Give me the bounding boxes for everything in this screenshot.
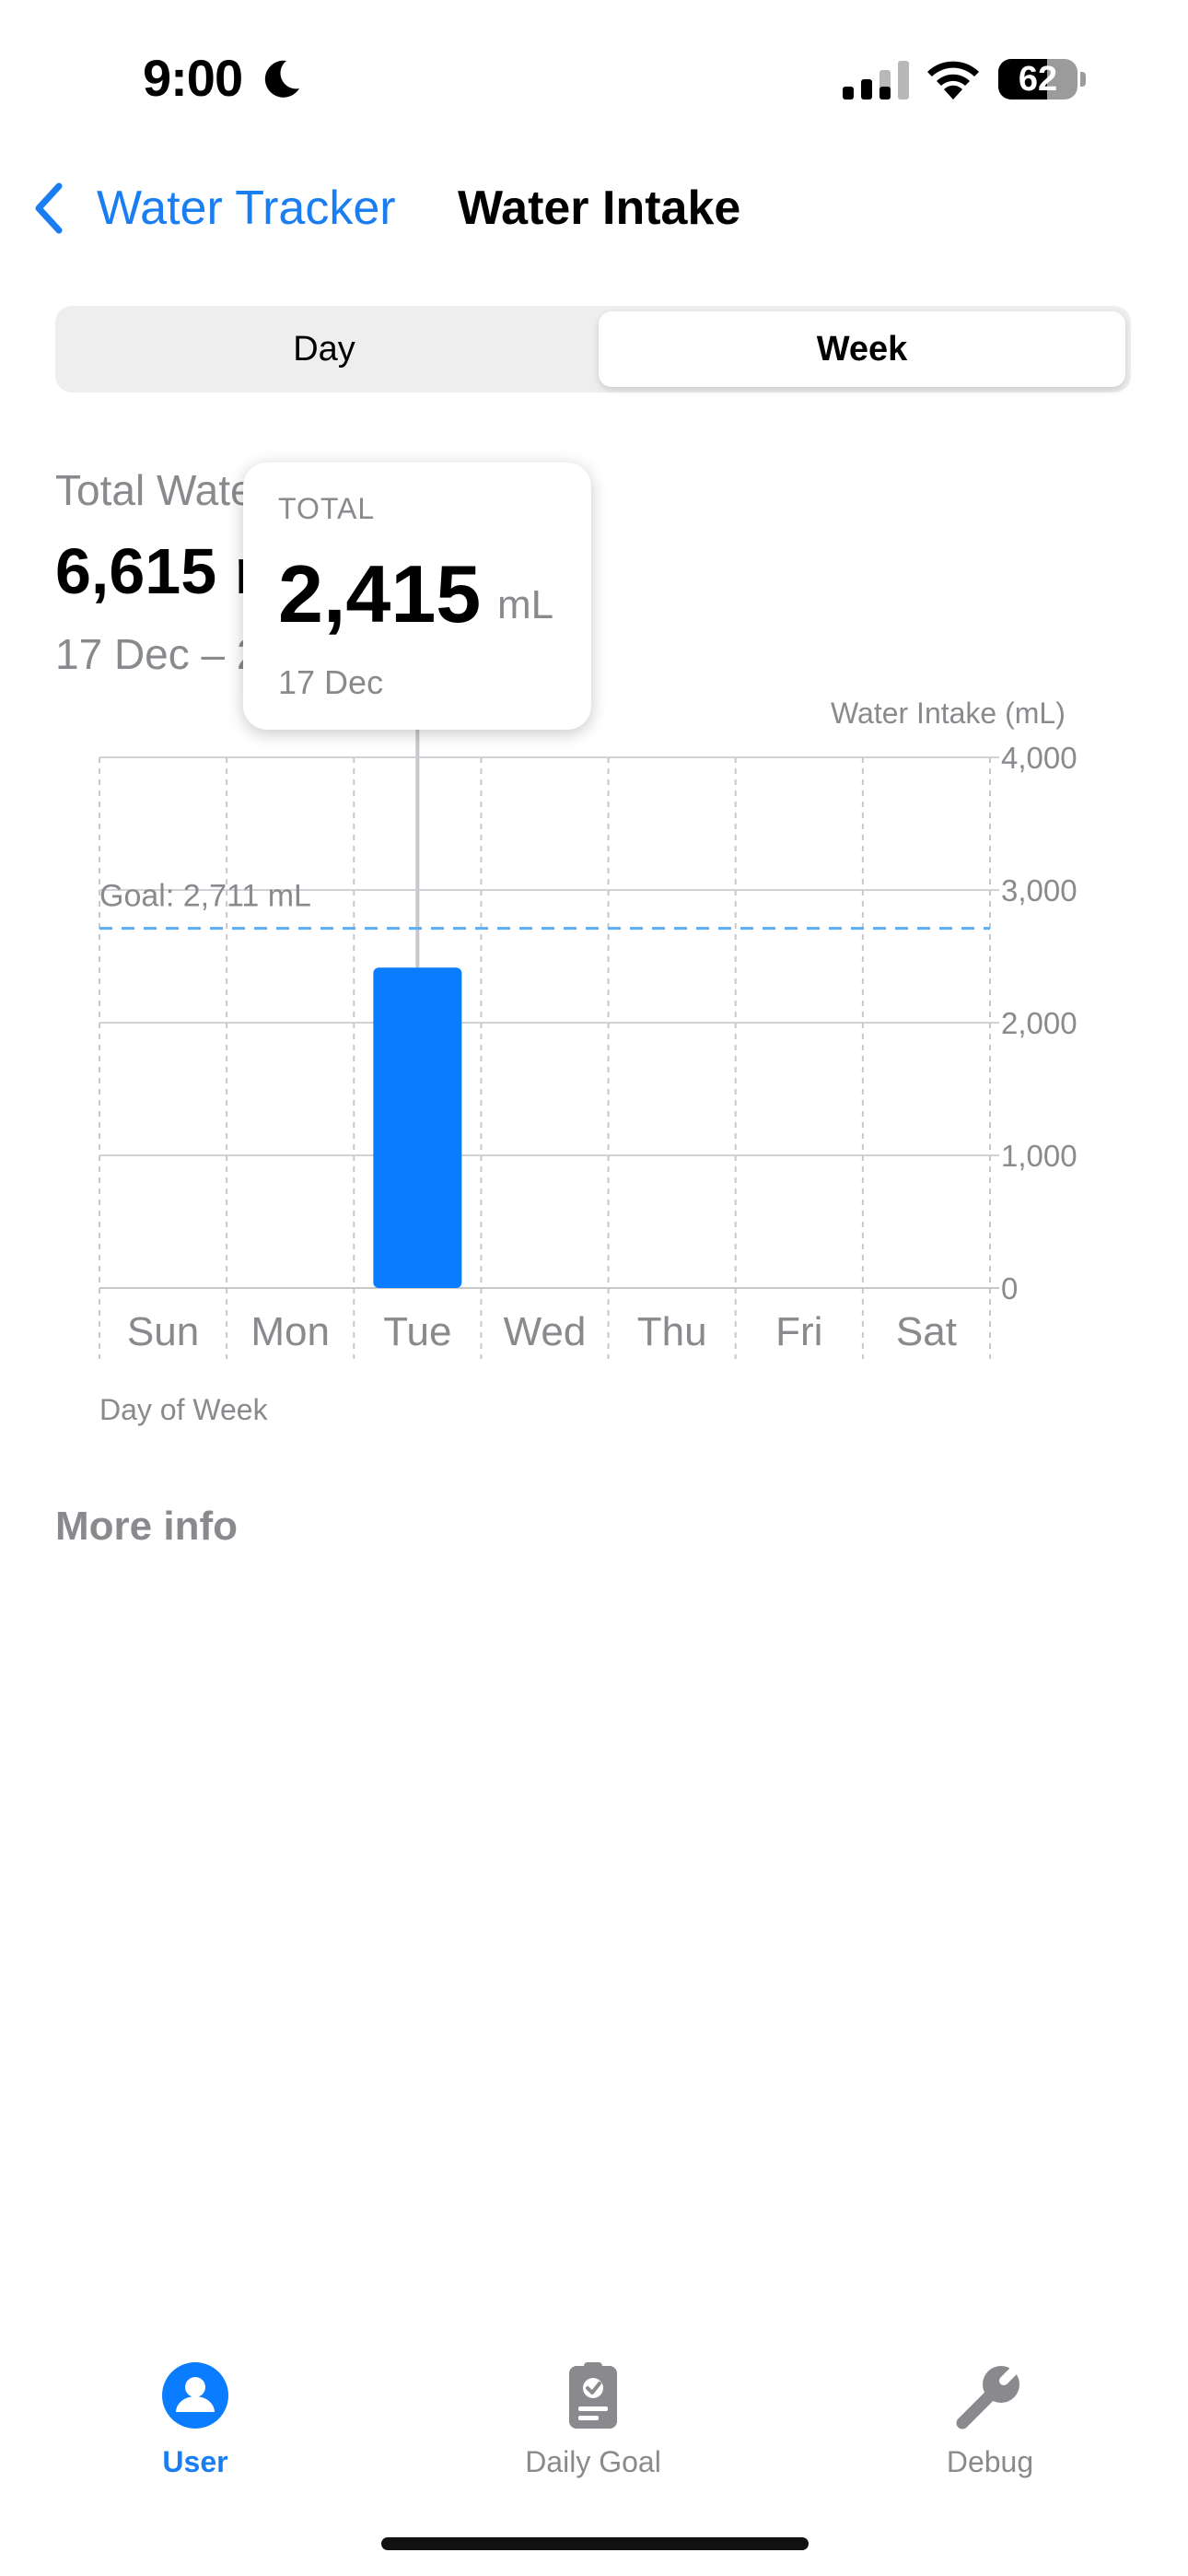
selection-tooltip: TOTAL 2,415 mL 17 Dec: [243, 463, 591, 730]
summary-date-range: 17 Dec – 2: [55, 630, 261, 678]
y-tick-label: 2,000: [1001, 1006, 1077, 1040]
tooltip-date: 17 Dec: [278, 663, 384, 701]
page-title: Water Intake: [458, 181, 741, 235]
x-tick-label: Sun: [127, 1309, 199, 1354]
summary-label: Total Wate: [55, 466, 254, 514]
y-tick-label: 0: [1001, 1271, 1018, 1306]
segment-week[interactable]: Week: [599, 311, 1125, 387]
wrench-icon: [956, 2362, 1022, 2430]
tooltip-unit: mL: [497, 582, 554, 627]
x-axis-title: Day of Week: [99, 1393, 268, 1426]
bar-tue: [373, 967, 462, 1288]
x-tick-label: Tue: [383, 1309, 451, 1354]
tooltip-value: 2,415: [278, 548, 482, 639]
tab-debug-label: Debug: [946, 2445, 1034, 2478]
battery-icon: 62: [998, 59, 1087, 101]
tab-user-label: User: [162, 2445, 228, 2478]
back-chevron-icon[interactable]: [31, 181, 64, 236]
battery-percent: 62: [1018, 60, 1058, 99]
x-tick-label: Sat: [896, 1309, 957, 1354]
tooltip-label: TOTAL: [278, 492, 376, 525]
back-button[interactable]: Water Tracker: [97, 181, 396, 236]
y-tick-label: 3,000: [1001, 873, 1077, 907]
water-intake-chart[interactable]: 0 1,000 2,000 3,000 4,000 Goal: 2,711 mL Sun Mo…: [0, 682, 1188, 1446]
tab-user[interactable]: User: [57, 2359, 333, 2497]
x-tick-label: Mon: [250, 1309, 330, 1354]
home-indicator: [381, 2537, 809, 2550]
wifi-icon: [927, 61, 979, 100]
moon-icon: [264, 60, 299, 98]
x-tick-label: Thu: [637, 1309, 707, 1354]
period-segmented-control: Day Week: [55, 306, 1131, 392]
more-info-heading[interactable]: More info: [55, 1504, 238, 1550]
segment-day[interactable]: Day: [61, 311, 588, 387]
tab-debug[interactable]: Debug: [852, 2359, 1128, 2497]
tab-daily-goal[interactable]: Daily Goal: [455, 2359, 731, 2497]
x-tick-label: Wed: [504, 1309, 587, 1354]
tab-daily-goal-label: Daily Goal: [525, 2445, 661, 2478]
cellular-signal-icon: [843, 61, 909, 100]
x-tick-label: Fri: [775, 1309, 822, 1354]
status-time: 9:00: [143, 49, 243, 107]
goal-label: Goal: 2,711 mL: [99, 879, 311, 914]
user-icon: [162, 2362, 228, 2429]
clipboard-check-icon: [569, 2362, 617, 2429]
y-tick-label: 1,000: [1001, 1139, 1077, 1173]
summary-value: 6,615 r: [55, 535, 260, 607]
y-tick-label: 4,000: [1001, 741, 1077, 775]
